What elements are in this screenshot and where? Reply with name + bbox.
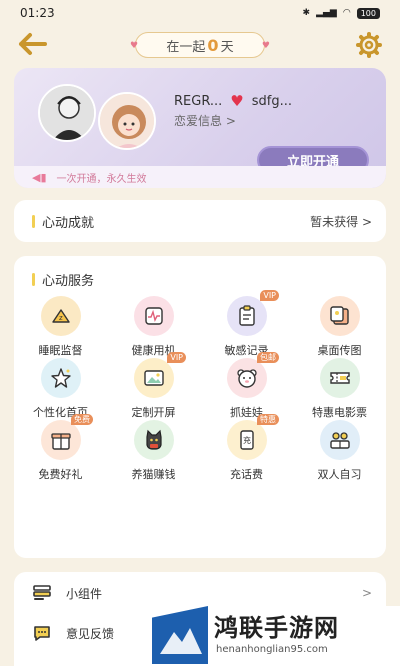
widget-label: 小组件 [66, 586, 103, 601]
service-item-12[interactable]: 双人自习 [293, 420, 386, 482]
watermark: 鸿联手游网 henanhonglian95.com [152, 606, 400, 666]
chevron-right-icon: > [361, 586, 372, 600]
section-title: 心动成就 [32, 212, 94, 231]
header: ♥ 在一起 0 天 ♥ [0, 26, 400, 64]
clipboard-icon [226, 296, 267, 336]
status-icons: ✱ ▂▄▆ ◠ 100 [302, 7, 380, 19]
days-together-pill: ♥ 在一起 0 天 ♥ [130, 32, 270, 58]
sleep-icon: z [40, 296, 81, 336]
title-accent-bar [32, 273, 35, 286]
phone-charge-icon: 充 [226, 420, 267, 460]
ticket-icon [319, 358, 360, 398]
service-item-11[interactable]: 充特惠充话费 [200, 414, 293, 482]
svg-text:z: z [59, 314, 63, 322]
study-couple-icon [319, 420, 360, 460]
service-label: 双人自习 [317, 468, 362, 481]
love-info-link[interactable]: 恋爱信息 > [174, 112, 236, 129]
days-prefix: 在一起 [166, 39, 206, 55]
service-label: 充话费 [230, 468, 263, 481]
status-bar: 01:23 ✱ ▂▄▆ ◠ 100 [0, 0, 400, 26]
gear-icon[interactable] [356, 32, 382, 58]
service-item-6[interactable]: VIP 定制开屏 [107, 352, 200, 420]
service-badge: VIP [167, 352, 186, 363]
services-card: 心动服务 z 睡眠监督 健康用机 VIP 敏感记录桌面传图个性化首页 VIP 定制开屏 包邮抓… [14, 256, 386, 558]
bluetooth-icon: ✱ [302, 8, 311, 18]
bear-icon [226, 358, 267, 398]
service-label: 特惠电影票 [312, 406, 367, 419]
widget-list-icon [32, 583, 52, 603]
service-label: 睡眠监督 [38, 344, 83, 357]
back-arrow-icon[interactable] [18, 32, 48, 56]
megaphone-icon: ◀▮ [32, 170, 47, 184]
gift-icon [40, 420, 81, 460]
service-item-8[interactable]: 特惠电影票 [293, 358, 386, 420]
sparkle-star-icon [40, 358, 81, 398]
title-accent-bar [32, 214, 35, 228]
service-item-3[interactable]: VIP 敏感记录 [200, 290, 293, 358]
section-title: 心动服务 [32, 270, 94, 289]
photo-share-icon [319, 296, 360, 336]
watermark-title: 鸿联手游网 [214, 614, 339, 642]
service-item-7[interactable]: 包邮 抓娃娃 [200, 352, 293, 420]
service-label: 桌面传图 [317, 344, 362, 357]
service-item-4[interactable]: 桌面传图 [293, 296, 386, 358]
avatar[interactable] [98, 92, 156, 150]
heart-icon: ♥ [261, 41, 270, 51]
couple-names: REGR... ♥ sdfg... [174, 92, 292, 110]
service-item-2[interactable]: 健康用机 [107, 296, 200, 358]
service-label: 免费好礼 [38, 468, 83, 481]
achievement-card[interactable]: 心动成就 暂未获得 > [14, 200, 386, 242]
service-badge: 特惠 [257, 414, 279, 425]
service-label: 养猫赚钱 [131, 468, 176, 481]
feedback-label: 意见反馈 [66, 626, 115, 641]
svg-text:充: 充 [243, 435, 251, 445]
list-item-widget[interactable]: 小组件 > [14, 576, 386, 610]
chat-bubble-icon [32, 623, 52, 643]
service-label: 定制开屏 [131, 406, 176, 419]
achievement-value: 暂未获得 > [310, 214, 372, 229]
service-badge: 免费 [71, 414, 93, 425]
days-count: 0 [207, 35, 219, 55]
avatar[interactable] [38, 84, 96, 142]
battery-icon: 100 [356, 7, 380, 19]
service-item-5[interactable]: 个性化首页 [14, 358, 107, 420]
promo-strip: ◀▮ 一次开通，永久生效 [14, 166, 386, 188]
partner-name-right: sdfg... [251, 93, 293, 109]
service-item-1[interactable]: z 睡眠监督 [14, 296, 107, 358]
service-badge: VIP [260, 290, 279, 301]
health-monitor-icon [133, 296, 174, 336]
cat-icon [133, 420, 174, 460]
services-title: 心动服务 [42, 274, 95, 289]
days-suffix: 天 [220, 39, 234, 55]
achievement-title: 心动成就 [42, 215, 95, 231]
service-item-10[interactable]: 养猫赚钱 [107, 420, 200, 482]
signal-icon: ▂▄▆ [316, 8, 337, 18]
service-badge: 包邮 [257, 352, 279, 363]
service-item-9[interactable]: 免费免费好礼 [14, 414, 107, 482]
wifi-icon: ◠ [342, 8, 351, 18]
image-frame-icon [133, 358, 174, 398]
heart-icon: ♥ [130, 41, 139, 51]
services-grid: z 睡眠监督 健康用机 VIP 敏感记录桌面传图个性化首页 VIP 定制开屏 包邮 抓娃娃特惠电… [14, 290, 386, 544]
partner-name-left: REGR... [174, 93, 223, 109]
promo-text: 一次开通，永久生效 [56, 173, 147, 185]
heart-icon: ♥ [230, 92, 244, 110]
watermark-logo-icon [152, 606, 208, 664]
status-time: 01:23 [20, 6, 55, 20]
watermark-url: henanhonglian95.com [216, 644, 328, 655]
